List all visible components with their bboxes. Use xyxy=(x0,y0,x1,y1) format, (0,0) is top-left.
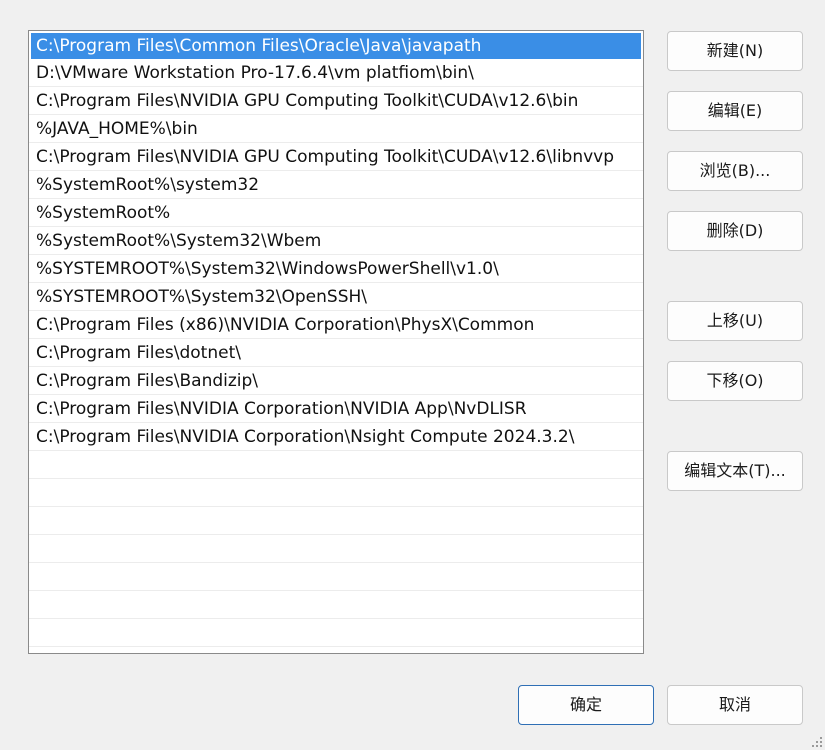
path-list-item[interactable]: D:\VMware Workstation Pro-17.6.4\vm plat… xyxy=(29,60,643,87)
path-list-item[interactable]: %SystemRoot%\System32\Wbem xyxy=(29,228,643,255)
empty-list-row[interactable] xyxy=(29,480,643,507)
path-list-item[interactable]: C:\Program Files\Common Files\Oracle\Jav… xyxy=(31,33,641,59)
path-list-item[interactable]: %JAVA_HOME%\bin xyxy=(29,116,643,143)
path-list-item[interactable]: %SYSTEMROOT%\System32\OpenSSH\ xyxy=(29,284,643,311)
path-list-item[interactable]: %SYSTEMROOT%\System32\WindowsPowerShell\… xyxy=(29,256,643,283)
path-list[interactable]: C:\Program Files\Common Files\Oracle\Jav… xyxy=(28,30,644,654)
path-list-item[interactable]: C:\Program Files\Bandizip\ xyxy=(29,368,643,395)
edit-button[interactable]: 编辑(E) xyxy=(667,91,803,131)
path-list-item[interactable]: C:\Program Files\dotnet\ xyxy=(29,340,643,367)
move-down-button[interactable]: 下移(O) xyxy=(667,361,803,401)
path-list-item[interactable]: C:\Program Files\NVIDIA Corporation\Nsig… xyxy=(29,424,643,451)
resize-grip-icon[interactable] xyxy=(810,735,822,747)
new-button[interactable]: 新建(N) xyxy=(667,31,803,71)
path-list-item[interactable]: C:\Program Files\NVIDIA GPU Computing To… xyxy=(29,144,643,171)
browse-button[interactable]: 浏览(B)... xyxy=(667,151,803,191)
path-list-item[interactable]: C:\Program Files (x86)\NVIDIA Corporatio… xyxy=(29,312,643,339)
empty-list-row[interactable] xyxy=(29,620,643,647)
delete-button[interactable]: 删除(D) xyxy=(667,211,803,251)
empty-list-row[interactable] xyxy=(29,592,643,619)
path-list-item[interactable]: C:\Program Files\NVIDIA GPU Computing To… xyxy=(29,88,643,115)
path-list-item[interactable]: %SystemRoot%\system32 xyxy=(29,172,643,199)
empty-list-row[interactable] xyxy=(29,536,643,563)
path-list-item[interactable]: C:\Program Files\NVIDIA Corporation\NVID… xyxy=(29,396,643,423)
path-rows: C:\Program Files\Common Files\Oracle\Jav… xyxy=(29,31,643,648)
empty-list-row[interactable] xyxy=(29,508,643,535)
empty-list-row[interactable] xyxy=(29,564,643,591)
edit-text-button[interactable]: 编辑文本(T)... xyxy=(667,451,803,491)
empty-list-row[interactable] xyxy=(29,452,643,479)
cancel-button[interactable]: 取消 xyxy=(667,685,803,725)
move-up-button[interactable]: 上移(U) xyxy=(667,301,803,341)
path-list-item[interactable]: %SystemRoot% xyxy=(29,200,643,227)
ok-button[interactable]: 确定 xyxy=(518,685,654,725)
